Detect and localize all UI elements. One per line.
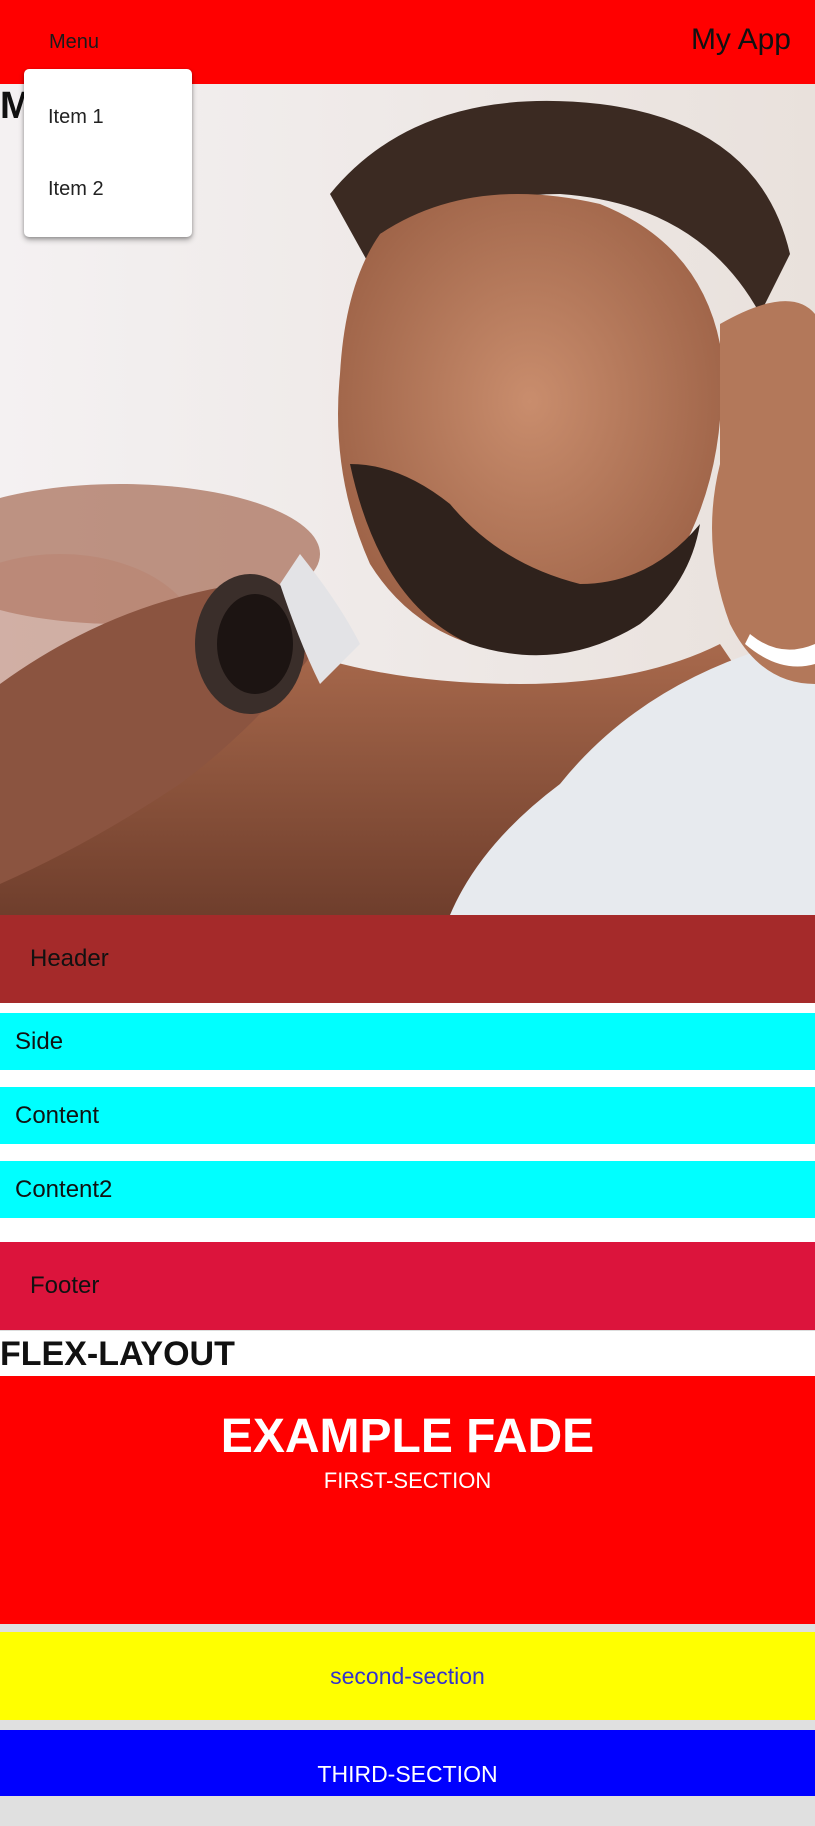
menu-item-2[interactable]: Item 2 xyxy=(24,153,192,225)
menu-button[interactable]: Menu xyxy=(28,20,120,64)
header-band: Header xyxy=(0,915,815,1003)
dropdown-menu: Item 1 Item 2 xyxy=(24,69,192,237)
third-section: THIRD-SECTION xyxy=(0,1730,815,1796)
flex-layout-heading: FLEX-LAYOUT xyxy=(0,1330,815,1376)
example-fade-title: EXAMPLE FADE xyxy=(220,1410,595,1463)
content-band: Content xyxy=(0,1087,815,1144)
app-title: My App xyxy=(690,23,791,56)
second-section: second-section xyxy=(0,1632,815,1720)
first-section: EXAMPLE FADE FIRST-SECTION xyxy=(0,1376,815,1624)
side-band: Side xyxy=(0,1013,815,1070)
content2-band: Content2 xyxy=(0,1161,815,1218)
first-section-label: FIRST-SECTION xyxy=(323,1468,492,1493)
footer-band: Footer xyxy=(0,1242,815,1330)
menu-item-1[interactable]: Item 1 xyxy=(24,81,192,153)
